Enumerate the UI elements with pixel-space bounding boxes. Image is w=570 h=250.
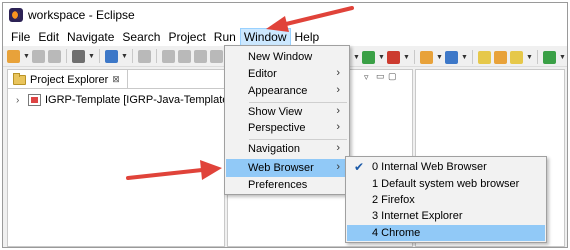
arrow-to-window-menu [266, 6, 354, 32]
arrow-to-web-browser [126, 160, 222, 180]
annotation-arrows [126, 6, 354, 180]
